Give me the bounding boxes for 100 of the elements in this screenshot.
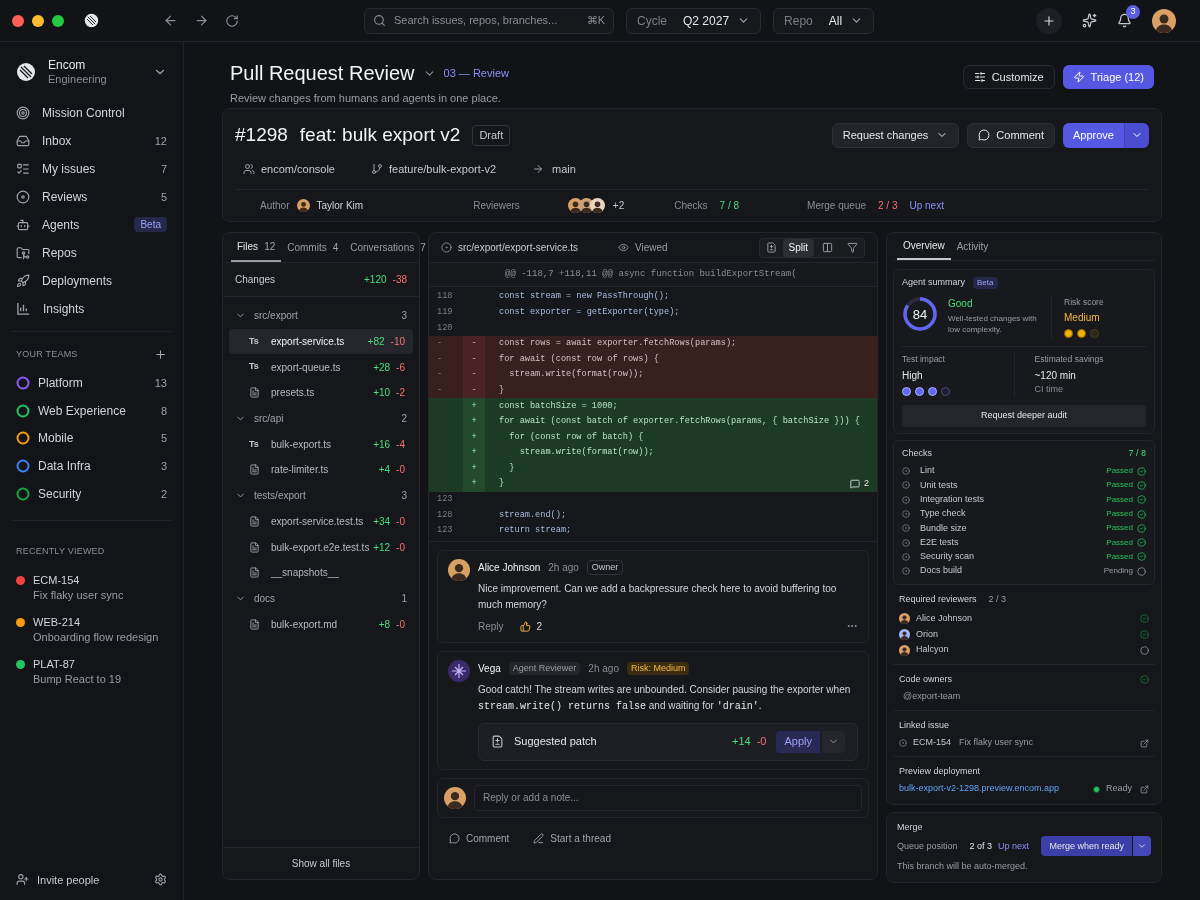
rocket-icon xyxy=(16,273,30,288)
panel-tab[interactable]: Conversations 7 xyxy=(344,233,432,262)
code-line: for (const row of batch) { xyxy=(508,430,644,444)
nav-item[interactable]: Inbox 12 xyxy=(12,126,171,155)
nav-item[interactable]: Agents Beta xyxy=(12,210,171,239)
check-name: Docs build xyxy=(920,564,964,578)
settings-icon[interactable] xyxy=(154,873,167,887)
triage-button[interactable]: Triage (12) xyxy=(1062,65,1154,89)
nav-item[interactable]: Deployments xyxy=(12,266,171,295)
file-icon xyxy=(249,464,260,476)
file-row[interactable]: Ts export-service.ts +82 -10 xyxy=(229,328,413,355)
refresh-icon[interactable] xyxy=(225,13,239,28)
file-row[interactable]: bulk-export.e2e.test.ts +12 -0 xyxy=(229,534,413,560)
approve-options-button[interactable] xyxy=(1124,122,1149,148)
file-row[interactable]: bulk-export.md +8 -0 xyxy=(229,611,413,637)
panel-tab[interactable]: Files 12 xyxy=(231,233,282,262)
branch-name: feature/bulk-export-v2 xyxy=(389,161,496,177)
start-thread-button[interactable]: Start a thread xyxy=(533,831,611,846)
folder-row[interactable]: src/export 3 xyxy=(229,303,413,329)
split-view-button[interactable]: Split xyxy=(782,238,814,257)
diff-marker: + xyxy=(471,461,477,475)
maximize-window-button[interactable] xyxy=(52,14,64,27)
nav-item[interactable]: My issues 7 xyxy=(12,154,171,183)
apply-button[interactable]: Apply xyxy=(776,730,820,753)
reply-link[interactable]: Reply xyxy=(478,618,504,634)
preview-url[interactable]: bulk-export-v2-1298.preview.encom.app xyxy=(899,782,1093,796)
merge-options-button[interactable] xyxy=(1133,836,1151,857)
show-all-files-link[interactable]: Show all files xyxy=(291,856,351,871)
queue-note[interactable]: Up next xyxy=(909,198,944,213)
filter-icon[interactable] xyxy=(847,242,858,253)
filter-dropdown[interactable]: Cycle Q2 2027 xyxy=(626,7,762,34)
search-field[interactable]: Search issues, repos, branches... ⌘K xyxy=(364,7,614,34)
reviewer-avatar xyxy=(899,628,910,640)
viewed-toggle[interactable]: Viewed xyxy=(635,240,668,255)
approve-button[interactable]: Approve xyxy=(1063,122,1124,148)
customize-button[interactable]: Customize xyxy=(962,65,1055,89)
add-button[interactable] xyxy=(1036,7,1062,34)
recent-item[interactable]: WEB-214 Onboarding flow redesign xyxy=(33,614,159,645)
issue-id[interactable]: ECM-154 xyxy=(913,736,951,750)
recent-item[interactable]: PLAT-87 Bump React to 19 xyxy=(33,656,122,687)
filter-dropdown[interactable]: Repo All xyxy=(773,7,875,34)
team-item[interactable]: Data Infra 3 xyxy=(12,452,171,480)
nav-item[interactable]: Insights xyxy=(12,294,171,323)
nav-item[interactable]: Reviews 5 xyxy=(12,182,171,211)
reply-field[interactable]: Reply or add a note... xyxy=(474,784,862,811)
panel-tab[interactable]: Commits 4 xyxy=(281,233,345,262)
invite-link[interactable]: Invite people xyxy=(37,871,146,888)
comment-count[interactable]: 2 xyxy=(850,477,869,491)
line-number: 120 xyxy=(437,321,453,335)
recent-item[interactable]: ECM-154 Fix flaky user sync xyxy=(33,572,124,603)
request-changes-button[interactable]: Request changes xyxy=(831,122,960,148)
file-row[interactable]: export-service.test.ts +34 -0 xyxy=(229,508,413,535)
comment-button[interactable]: Comment xyxy=(449,831,510,846)
avatar xyxy=(448,558,470,581)
close-window-button[interactable] xyxy=(12,14,24,27)
forward-icon[interactable] xyxy=(194,13,209,28)
panel-tab[interactable]: Activity xyxy=(950,233,995,260)
team-item[interactable]: Security 2 xyxy=(12,480,171,508)
folder-row[interactable]: tests/export 3 xyxy=(229,482,413,509)
external-link-icon[interactable] xyxy=(1140,784,1149,794)
pr-number: #1298 xyxy=(235,123,288,147)
diff-marker: + xyxy=(471,430,477,444)
nav-item[interactable]: Repos xyxy=(12,238,171,267)
panel-tab[interactable]: Overview xyxy=(897,233,951,260)
external-link-icon[interactable] xyxy=(1140,738,1149,748)
back-icon[interactable] xyxy=(163,13,178,28)
file-row[interactable]: rate-limiter.ts +4 -0 xyxy=(229,457,413,483)
section-title: Linked issue xyxy=(899,719,950,730)
nav-item[interactable]: Mission Control xyxy=(12,98,171,127)
file-row[interactable]: Ts export-queue.ts +28 -6 xyxy=(229,354,413,381)
code-line: } xyxy=(499,477,505,491)
check-status: Passed xyxy=(1106,493,1133,506)
meta-label: Checks xyxy=(674,199,708,213)
notifications-icon[interactable] xyxy=(1117,13,1132,28)
queue-note[interactable]: Up next xyxy=(998,839,1030,854)
plus-icon[interactable] xyxy=(154,348,167,361)
request-audit-button[interactable]: Request deeper audit xyxy=(902,404,1146,427)
columns-icon[interactable] xyxy=(822,242,833,253)
diff-marker: + xyxy=(471,399,477,413)
logo-icon xyxy=(84,13,99,28)
file-row[interactable]: __snapshots__ xyxy=(229,559,413,586)
folder-row[interactable]: src/api 2 xyxy=(229,405,413,432)
minimize-window-button[interactable] xyxy=(32,14,44,27)
comment-button[interactable]: Comment xyxy=(967,122,1055,148)
file-row[interactable]: Ts bulk-export.ts +16 -4 xyxy=(229,431,413,458)
check-status: Passed xyxy=(1106,479,1133,492)
thumbs-up-icon[interactable] xyxy=(519,620,531,632)
file-row[interactable]: presets.ts +10 -2 xyxy=(229,380,413,406)
impact-value: High xyxy=(902,369,924,383)
search-input[interactable]: Search issues, repos, branches... xyxy=(394,12,579,29)
check-status: Passed xyxy=(1106,522,1133,535)
sparkle-icon[interactable] xyxy=(1082,13,1097,28)
team-item[interactable]: Web Experience 8 xyxy=(12,396,171,425)
file-icon[interactable] xyxy=(765,242,777,253)
folder-row[interactable]: docs 1 xyxy=(229,585,413,612)
merge-button[interactable]: Merge when ready xyxy=(1041,836,1132,857)
team-item[interactable]: Platform 13 xyxy=(12,369,171,397)
patch-icon xyxy=(491,735,504,748)
team-item[interactable]: Mobile 5 xyxy=(12,424,171,453)
check-circle-icon xyxy=(1140,629,1149,639)
